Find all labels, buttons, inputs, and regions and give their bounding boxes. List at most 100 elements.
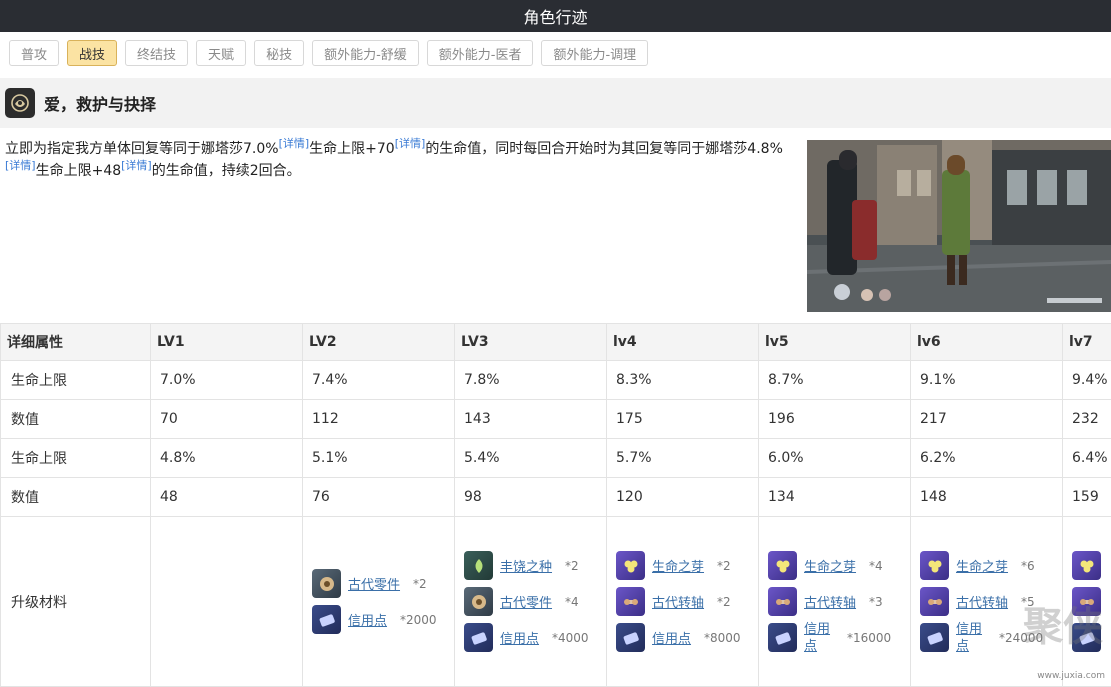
- material-item[interactable]: 信用点 *8000: [616, 623, 758, 652]
- material-quantity: *2: [717, 558, 731, 573]
- tab-2[interactable]: 终结技: [125, 40, 189, 66]
- tab-7[interactable]: 额外能力-调理: [541, 40, 649, 66]
- skill-name: 爱，救护与抉择: [44, 95, 157, 114]
- material-item[interactable]: 生命之芽 *4: [768, 551, 910, 580]
- material-item[interactable]: 丰饶之种 *2: [464, 551, 606, 580]
- material-link[interactable]: 古代零件: [500, 592, 552, 611]
- skill-preview-image: [807, 140, 1111, 312]
- material-link[interactable]: 信用点: [804, 621, 834, 655]
- tab-6[interactable]: 额外能力-医者: [426, 40, 534, 66]
- skill-emblem-icon: [5, 88, 35, 118]
- credit-icon[interactable]: [616, 623, 645, 652]
- table-cell: 232: [1062, 399, 1111, 439]
- material-item[interactable]: 信用点 *24000: [920, 621, 1062, 655]
- ancient-spindle-icon[interactable]: [616, 587, 645, 616]
- detail-link[interactable]: [详情]: [121, 159, 152, 172]
- seed-icon[interactable]: [464, 551, 493, 580]
- material-item[interactable]: [1072, 587, 1111, 616]
- detail-link[interactable]: [详情]: [5, 159, 36, 172]
- material-quantity: *6: [1021, 558, 1035, 573]
- material-link[interactable]: 古代转轴: [652, 592, 704, 611]
- material-link[interactable]: 丰饶之种: [500, 556, 552, 575]
- material-link[interactable]: 古代转轴: [956, 592, 1008, 611]
- credit-icon[interactable]: [464, 623, 493, 652]
- materials-cell: 生命之芽 *4 古代转轴 *3 信用点 *16000: [758, 516, 911, 687]
- material-link[interactable]: 信用点: [956, 621, 986, 655]
- material-link[interactable]: 生命之芽: [956, 556, 1008, 575]
- material-link[interactable]: 古代转轴: [804, 592, 856, 611]
- table-cell: 6.0%: [758, 438, 911, 478]
- ancient-spindle-icon[interactable]: [768, 587, 797, 616]
- row-label: 生命上限: [0, 360, 151, 400]
- table-cell: 4.8%: [150, 438, 303, 478]
- material-item[interactable]: 古代转轴 *2: [616, 587, 758, 616]
- material-link[interactable]: 生命之芽: [804, 556, 856, 575]
- skill-header: 爱，救护与抉择: [0, 78, 1111, 128]
- material-link[interactable]: 信用点: [348, 610, 387, 629]
- material-item[interactable]: 古代转轴 *5: [920, 587, 1062, 616]
- detail-link[interactable]: [详情]: [395, 137, 426, 150]
- column-header: lv5: [758, 323, 911, 361]
- sprout-icon[interactable]: [1072, 551, 1101, 580]
- tab-3[interactable]: 天赋: [196, 40, 247, 66]
- credit-icon[interactable]: [1072, 623, 1101, 652]
- tab-1[interactable]: 战技: [67, 40, 118, 66]
- ancient-spindle-icon[interactable]: [920, 587, 949, 616]
- detail-link[interactable]: [详情]: [279, 137, 310, 150]
- material-item[interactable]: 信用点 *2000: [312, 605, 454, 634]
- material-link[interactable]: 古代零件: [348, 574, 400, 593]
- credit-icon[interactable]: [920, 623, 949, 652]
- table-cell: 175: [606, 399, 759, 439]
- material-quantity: *24000: [999, 630, 1044, 645]
- column-header: lv4: [606, 323, 759, 361]
- material-quantity: *16000: [847, 630, 892, 645]
- table-row: 数值 70 112 143 175 196 217 232: [0, 399, 1111, 439]
- material-item[interactable]: 信用点 *16000: [768, 621, 910, 655]
- material-item[interactable]: [1072, 551, 1111, 580]
- sprout-icon[interactable]: [616, 551, 645, 580]
- material-item[interactable]: 信用点 *4000: [464, 623, 606, 652]
- column-header: LV2: [302, 323, 455, 361]
- credit-icon[interactable]: [768, 623, 797, 652]
- material-quantity: *8000: [704, 630, 741, 645]
- table-cell: 9.4%: [1062, 360, 1111, 400]
- material-quantity: *4: [565, 594, 579, 609]
- materials-cell: 生命之芽 *2 古代转轴 *2 信用点 *8000: [606, 516, 759, 687]
- ancient-part-icon[interactable]: [464, 587, 493, 616]
- table-cell: 134: [758, 477, 911, 517]
- table-row: 生命上限 7.0% 7.4% 7.8% 8.3% 8.7% 9.1% 9.4%: [0, 360, 1111, 400]
- material-item[interactable]: 古代零件 *4: [464, 587, 606, 616]
- desc-text: 生命上限+48: [35, 163, 122, 179]
- column-header: LV3: [454, 323, 607, 361]
- page-title: 角色行迹: [523, 8, 588, 27]
- material-quantity: *2: [413, 576, 427, 591]
- row-label: 数值: [0, 399, 151, 439]
- skill-description: 立即为指定我方单体回复等同于娜塔莎7.0%[详情]生命上限+70[详情]的生命值…: [5, 138, 795, 182]
- table-header-row: 详细属性 LV1 LV2 LV3 lv4 lv5 lv6 lv7: [0, 323, 1111, 361]
- material-link[interactable]: 信用点: [652, 628, 691, 647]
- ancient-spindle-icon[interactable]: [1072, 587, 1101, 616]
- tab-0[interactable]: 普攻: [9, 40, 60, 66]
- tab-5[interactable]: 额外能力-舒缓: [312, 40, 419, 66]
- credit-icon[interactable]: [312, 605, 341, 634]
- table-cell: 48: [150, 477, 303, 517]
- row-label: 升级材料: [0, 516, 151, 687]
- material-quantity: *2000: [400, 612, 437, 627]
- material-link[interactable]: 生命之芽: [652, 556, 704, 575]
- ancient-part-icon[interactable]: [312, 569, 341, 598]
- table-cell: 76: [302, 477, 455, 517]
- material-item[interactable]: 古代零件 *2: [312, 569, 454, 598]
- sprout-icon[interactable]: [920, 551, 949, 580]
- table-cell: 143: [454, 399, 607, 439]
- material-item[interactable]: 生命之芽 *6: [920, 551, 1062, 580]
- tab-4[interactable]: 秘技: [254, 40, 305, 66]
- table-cell: 98: [454, 477, 607, 517]
- column-header: 详细属性: [0, 323, 151, 361]
- materials-cell: 丰饶之种 *2 古代零件 *4 信用点 *4000: [454, 516, 607, 687]
- material-item[interactable]: 生命之芽 *2: [616, 551, 758, 580]
- material-item[interactable]: 古代转轴 *3: [768, 587, 910, 616]
- table-cell: 5.4%: [454, 438, 607, 478]
- sprout-icon[interactable]: [768, 551, 797, 580]
- material-item[interactable]: [1072, 623, 1111, 652]
- material-link[interactable]: 信用点: [500, 628, 539, 647]
